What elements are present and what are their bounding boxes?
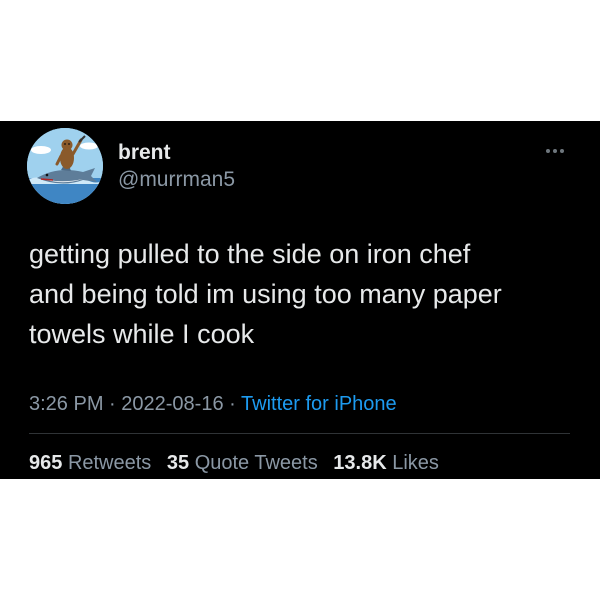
meta-separator: · (229, 393, 236, 415)
tweet-meta: 3:26 PM · 2022-08-16 · Twitter for iPhon… (29, 392, 397, 416)
tweet-text: getting pulled to the side on iron chef … (29, 239, 502, 349)
more-horizontal-icon[interactable] (540, 143, 570, 159)
retweets-count: 965 (29, 452, 63, 474)
user-handle[interactable]: @murrman5 (118, 168, 235, 192)
likes-label: Likes (392, 452, 439, 474)
otter-riding-shark-icon (27, 128, 103, 204)
avatar[interactable] (27, 128, 103, 204)
divider (29, 433, 570, 434)
tweet-time[interactable]: 3:26 PM (29, 393, 103, 415)
quote-tweets-count: 35 (166, 452, 190, 474)
display-name[interactable]: brent (118, 141, 171, 165)
quote-tweets-label: Quote Tweets (194, 452, 318, 474)
likes-stat[interactable]: 13.8K Likes (333, 452, 439, 474)
retweets-label: Retweets (67, 452, 152, 474)
tweet-card: brent @murrman5 getting pulled to the si… (0, 121, 600, 479)
quote-tweets-stat[interactable]: 35 Quote Tweets (167, 452, 318, 474)
tweet-stats: 965 Retweets 35 Quote Tweets 13.8K Likes (29, 451, 449, 475)
meta-separator: · (109, 393, 116, 415)
retweets-stat[interactable]: 965 Retweets (29, 452, 151, 474)
likes-count: 13.8K (333, 452, 387, 474)
tweet-source-link[interactable]: Twitter for iPhone (241, 393, 397, 415)
tweet-date[interactable]: 2022-08-16 (121, 393, 223, 415)
